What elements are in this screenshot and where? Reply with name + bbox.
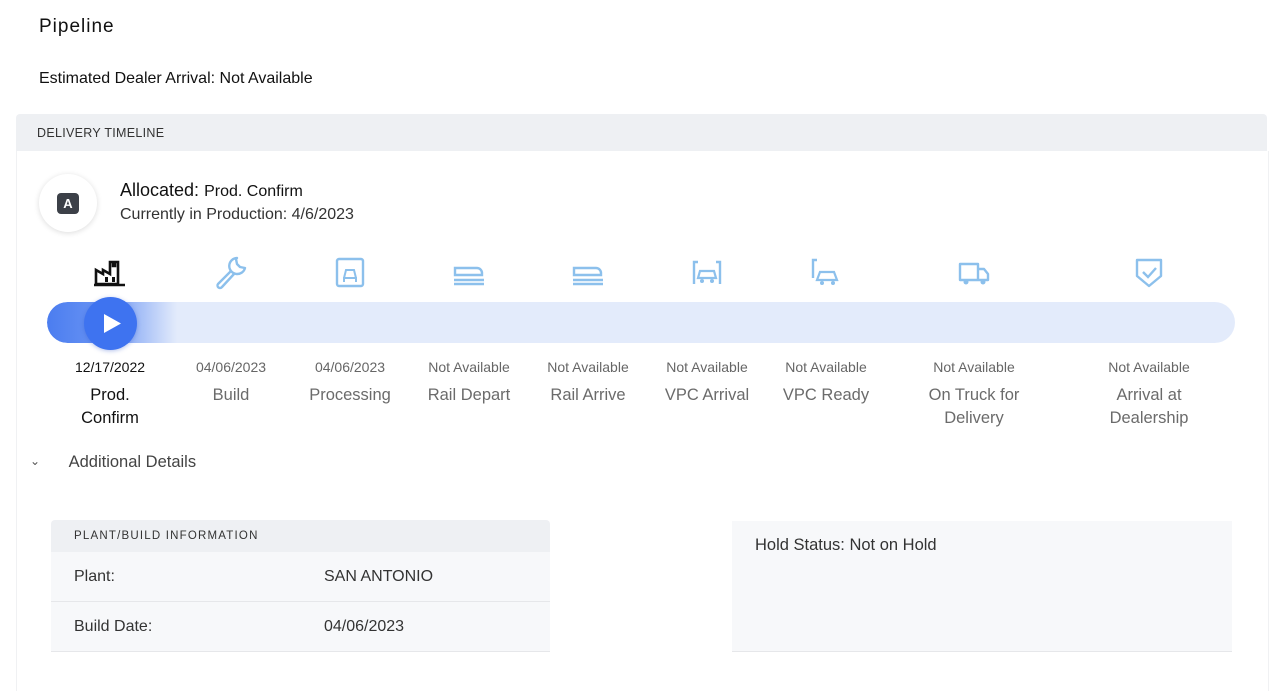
plant-build-title: PLANT/BUILD INFORMATION <box>74 530 259 542</box>
allocation-status: Allocated: Prod. Confirm <box>120 180 303 201</box>
plant-build-card: PLANT/BUILD INFORMATION Plant: SAN ANTON… <box>51 520 550 652</box>
status-avatar-letter: A <box>57 193 79 214</box>
chevron-down-icon: ⌄ <box>30 454 41 468</box>
stage-date: Not Available <box>1108 359 1190 375</box>
stage-date: Not Available <box>933 359 1015 375</box>
stage-name: Prod. Confirm <box>81 386 139 427</box>
stage-date: 12/17/2022 <box>74 359 146 375</box>
additional-details-label: Additional Details <box>68 453 197 471</box>
play-icon <box>104 314 121 333</box>
allocation-status-value: Prod. Confirm <box>204 183 303 200</box>
hold-status-card: Hold Status: Not on Hold <box>732 521 1232 652</box>
rail-depart-icon <box>451 254 487 290</box>
truck-icon <box>956 254 992 290</box>
hold-status-text: Hold Status: Not on Hold <box>755 536 937 554</box>
vpc-arrival-icon <box>689 254 725 290</box>
stage-date: Not Available <box>785 359 867 375</box>
stage-name: On Truck for Delivery <box>928 386 1020 427</box>
page-title: Pipeline <box>39 16 115 37</box>
processing-icon <box>332 254 368 290</box>
build-date-row: Build Date: 04/06/2023 <box>51 602 550 652</box>
additional-details-toggle[interactable]: ⌄ Additional Details <box>30 453 196 472</box>
plant-row: Plant: SAN ANTONIO <box>51 552 550 602</box>
stage-name: Arrival at Dealership <box>1109 386 1189 427</box>
wrench-icon <box>213 254 249 290</box>
plant-build-header: PLANT/BUILD INFORMATION <box>51 520 550 552</box>
estimated-dealer-arrival: Estimated Dealer Arrival: Not Available <box>39 70 313 87</box>
vpc-ready-icon <box>808 254 844 290</box>
allocation-status-label: Allocated: <box>120 180 200 200</box>
build-date-value: 04/06/2023 <box>324 618 405 635</box>
factory-icon <box>92 254 128 290</box>
progress-play-marker[interactable] <box>84 297 137 350</box>
rail-arrive-icon <box>570 254 606 290</box>
stage-name: VPC Ready <box>782 386 870 404</box>
plant-value: SAN ANTONIO <box>324 568 434 585</box>
progress-track <box>47 302 1235 343</box>
status-avatar: A <box>39 174 97 232</box>
plant-label: Plant: <box>74 568 115 585</box>
delivery-timeline-header: DELIVERY TIMELINE <box>16 114 1267 151</box>
shield-check-icon <box>1131 254 1167 290</box>
build-date-label: Build Date: <box>74 618 153 635</box>
delivery-timeline-title: DELIVERY TIMELINE <box>37 126 165 140</box>
current-production-text: Currently in Production: 4/6/2023 <box>120 206 354 223</box>
